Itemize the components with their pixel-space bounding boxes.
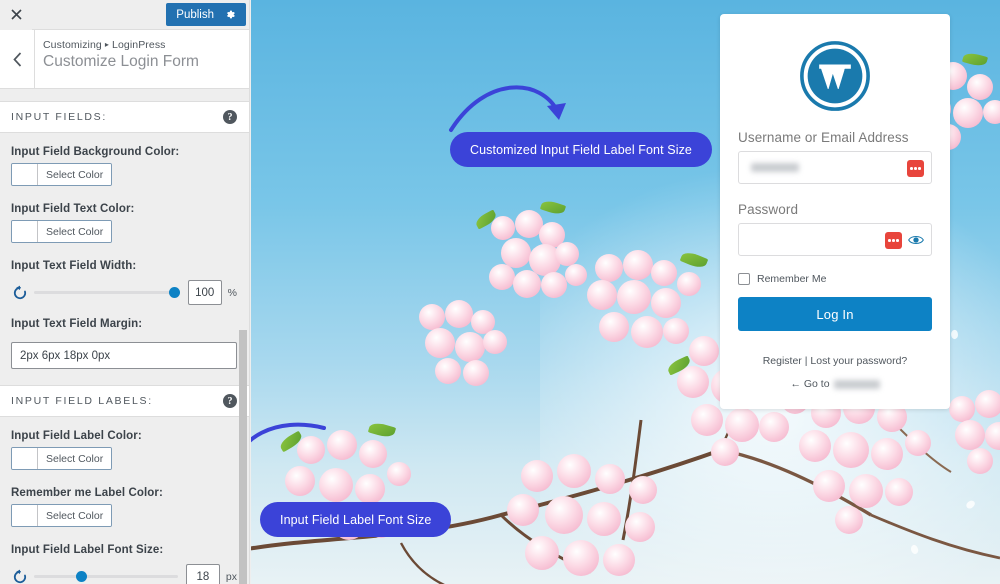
eye-icon[interactable] bbox=[908, 233, 924, 247]
width-unit: % bbox=[227, 286, 237, 299]
font-size-value-input[interactable]: 18 bbox=[185, 564, 220, 584]
select-color-button[interactable]: Select Color bbox=[11, 163, 113, 186]
link-divider: | bbox=[804, 355, 808, 367]
username-label: Username or Email Address bbox=[738, 130, 909, 145]
color-swatch bbox=[12, 448, 38, 469]
control-label: Input Field Text Color: bbox=[11, 203, 135, 215]
breadcrumb-separator: ▸ bbox=[104, 40, 109, 49]
help-icon[interactable]: ? bbox=[223, 110, 237, 124]
remember-me-row: Remember Me bbox=[738, 273, 932, 285]
breadcrumb-current[interactable]: LoginPress bbox=[112, 39, 166, 51]
control-label: Input Field Label Font Size: bbox=[11, 544, 164, 556]
slider-row: 100 % bbox=[11, 280, 237, 305]
select-color-label: Select Color bbox=[38, 221, 112, 242]
select-color-label: Select Color bbox=[38, 448, 112, 469]
password-manager-icon[interactable] bbox=[907, 160, 924, 177]
control-input-field-text-color: Input Field Text Color: Select Color bbox=[0, 203, 249, 247]
login-form-card: Username or Email Address Password Remem… bbox=[720, 14, 950, 409]
site-name-redacted bbox=[833, 379, 880, 389]
section-header-input-fields[interactable]: INPUT FIELDS: ? bbox=[0, 101, 249, 133]
callout-customized-font-size: Customized Input Field Label Font Size bbox=[450, 132, 712, 167]
chevron-left-icon bbox=[12, 51, 21, 67]
login-links: Register | Lost your password? bbox=[738, 355, 932, 367]
select-color-label: Select Color bbox=[38, 505, 112, 526]
password-field[interactable] bbox=[738, 223, 932, 256]
select-color-button[interactable]: Select Color bbox=[11, 220, 113, 243]
control-input-text-field-margin: Input Text Field Margin: bbox=[0, 318, 249, 369]
control-label: Input Text Field Margin: bbox=[11, 318, 143, 330]
lost-password-link[interactable]: Lost your password? bbox=[810, 355, 907, 367]
help-icon[interactable]: ? bbox=[223, 394, 237, 408]
width-value-input[interactable]: 100 bbox=[187, 280, 222, 305]
section-header-input-field-labels[interactable]: INPUT FIELD LABELS: ? bbox=[0, 385, 249, 417]
remember-me-checkbox[interactable] bbox=[738, 273, 750, 285]
reset-icon[interactable] bbox=[11, 568, 28, 584]
select-color-button[interactable]: Select Color bbox=[11, 447, 113, 470]
color-swatch bbox=[12, 221, 38, 242]
section-title: INPUT FIELDS: bbox=[11, 111, 108, 123]
customizer-sidebar: Publish Customizing ▸ LoginPress Customi… bbox=[0, 0, 250, 584]
go-to-prefix: ← Go to bbox=[790, 378, 830, 390]
username-value-redacted bbox=[751, 163, 799, 172]
page-title: Customize Login Form bbox=[43, 53, 199, 70]
blossom-cluster bbox=[411, 300, 521, 400]
go-to-site-link[interactable]: ← Go to bbox=[738, 378, 932, 390]
register-link[interactable]: Register bbox=[763, 355, 802, 367]
control-label: Input Text Field Width: bbox=[11, 260, 137, 272]
font-size-slider[interactable] bbox=[34, 568, 178, 584]
slider-row: 18 px bbox=[11, 564, 237, 584]
color-swatch bbox=[12, 164, 38, 185]
select-color-label: Select Color bbox=[38, 164, 112, 185]
blossom-cluster bbox=[791, 390, 941, 540]
password-manager-icon[interactable] bbox=[885, 232, 902, 249]
slider-thumb[interactable] bbox=[76, 571, 88, 582]
username-field[interactable] bbox=[738, 151, 932, 184]
control-label: Input Field Label Color: bbox=[11, 430, 142, 442]
reset-icon[interactable] bbox=[11, 284, 28, 301]
control-input-field-background-color: Input Field Background Color: Select Col… bbox=[0, 146, 249, 190]
control-label: Remember me Label Color: bbox=[11, 487, 163, 499]
color-swatch bbox=[12, 505, 38, 526]
section-title: INPUT FIELD LABELS: bbox=[11, 395, 153, 407]
publish-button[interactable]: Publish bbox=[166, 3, 246, 26]
blossom-cluster bbox=[277, 420, 421, 570]
breadcrumb-root[interactable]: Customizing bbox=[43, 39, 102, 51]
publish-area: Publish bbox=[166, 0, 249, 30]
remember-me-label: Remember Me bbox=[757, 273, 827, 285]
control-input-field-label-color: Input Field Label Color: Select Color bbox=[0, 430, 249, 474]
publish-label: Publish bbox=[176, 8, 214, 21]
slider-track bbox=[34, 291, 180, 294]
callout-input-field-label-font-size: Input Field Label Font Size bbox=[260, 502, 452, 537]
control-input-text-field-width: Input Text Field Width: 100 % bbox=[0, 260, 249, 305]
log-in-button[interactable]: Log In bbox=[738, 297, 932, 331]
close-icon bbox=[10, 9, 22, 20]
control-input-field-label-font-size: Input Field Label Font Size: 18 px bbox=[0, 544, 249, 584]
section-gap bbox=[0, 89, 249, 101]
password-label: Password bbox=[738, 202, 799, 217]
close-customizer-button[interactable] bbox=[0, 0, 32, 30]
login-page-preview: Username or Email Address Password Remem… bbox=[251, 0, 1000, 584]
slider-track bbox=[34, 575, 178, 578]
control-remember-me-label-color: Remember me Label Color: Select Color bbox=[0, 487, 249, 531]
callout-arrow-top bbox=[449, 85, 566, 132]
margin-input[interactable] bbox=[11, 342, 237, 369]
panel-header-text: Customizing ▸ LoginPress Customize Login F… bbox=[35, 30, 199, 88]
blossom-cluster bbox=[501, 450, 671, 584]
select-color-button[interactable]: Select Color bbox=[11, 504, 113, 527]
sidebar-scrollbar[interactable] bbox=[239, 330, 247, 584]
breadcrumb: Customizing ▸ LoginPress bbox=[43, 39, 199, 51]
customizer-topbar: Publish bbox=[0, 0, 249, 30]
slider-thumb[interactable] bbox=[168, 287, 180, 298]
panel-header: Customizing ▸ LoginPress Customize Login F… bbox=[0, 30, 249, 89]
font-size-unit: px bbox=[225, 570, 237, 583]
back-button[interactable] bbox=[0, 30, 35, 88]
width-slider[interactable] bbox=[34, 284, 180, 301]
loginpress-customizer-screen: Publish Customizing ▸ LoginPress Customi… bbox=[0, 0, 1000, 584]
control-label: Input Field Background Color: bbox=[11, 146, 180, 158]
wordpress-logo-icon bbox=[800, 41, 870, 111]
gear-icon[interactable] bbox=[225, 9, 236, 20]
